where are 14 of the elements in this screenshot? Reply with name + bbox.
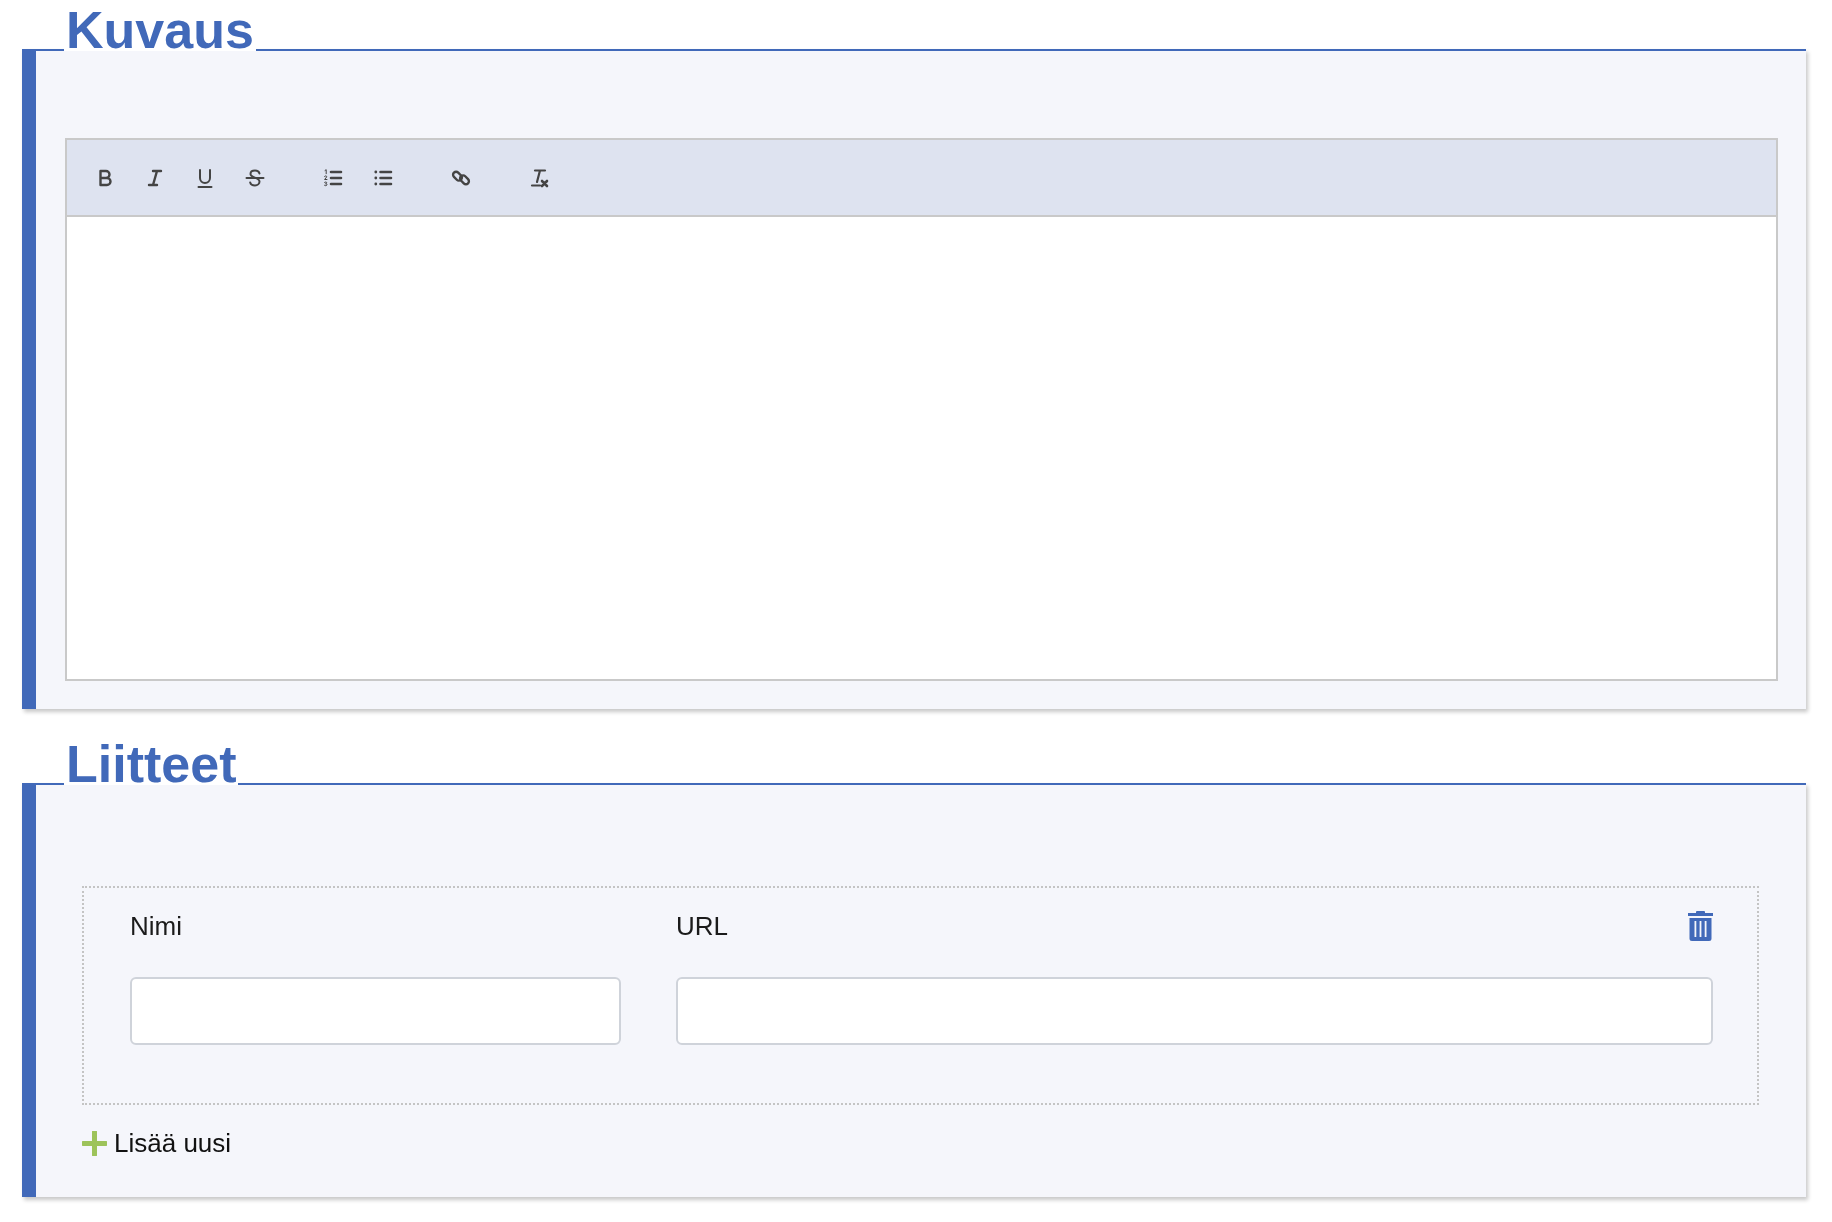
field-label: URL: [676, 911, 728, 941]
clear-format-icon[interactable]: [529, 167, 549, 188]
strikethrough-icon[interactable]: [245, 167, 265, 188]
numbered-list-icon[interactable]: [323, 167, 343, 188]
add-new-button[interactable]: Lisää uusi: [82, 1128, 232, 1158]
underline-icon[interactable]: [195, 167, 215, 188]
field-label: Nimi: [130, 911, 182, 941]
plus-icon: [82, 1130, 107, 1156]
section-title: Kuvaus: [64, 9, 256, 51]
section-title: Liitteet: [64, 743, 239, 785]
trash-icon[interactable]: [1688, 911, 1713, 941]
input-field[interactable]: [130, 977, 621, 1045]
input-field[interactable]: [676, 977, 1713, 1045]
italic-icon[interactable]: [145, 167, 165, 188]
